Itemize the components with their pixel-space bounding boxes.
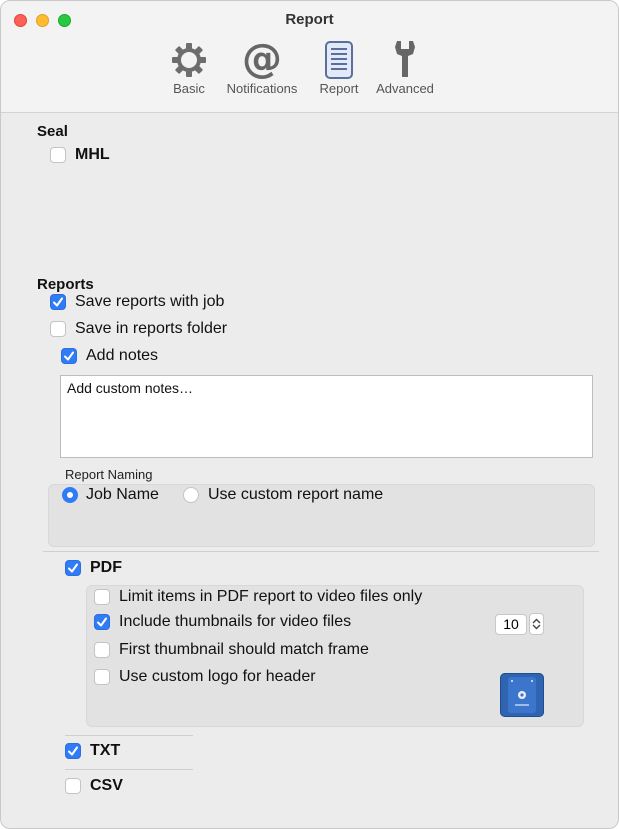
mhl-label: MHL — [75, 146, 110, 163]
naming-custom-option[interactable]: Use custom report name — [183, 486, 383, 504]
limit-video-row[interactable]: Limit items in PDF report to video files… — [94, 588, 422, 606]
gear-icon — [172, 43, 206, 77]
limit-video-label: Limit items in PDF report to video files… — [119, 588, 423, 605]
mhl-checkbox[interactable] — [50, 147, 66, 163]
txt-row[interactable]: TXT — [65, 742, 120, 760]
tab-advanced-label: Advanced — [376, 81, 434, 96]
save-in-reports-folder-checkbox[interactable] — [50, 321, 66, 337]
save-in-reports-folder-row[interactable]: Save in reports folder — [50, 320, 227, 338]
tab-report-label: Report — [319, 81, 359, 96]
first-thumbnail-label: First thumbnail should match frame — [119, 641, 369, 658]
pdf-checkbox[interactable] — [65, 560, 81, 576]
seal-section-title: Seal — [37, 123, 68, 140]
stepper-arrows[interactable] — [529, 613, 544, 635]
save-reports-with-job-row[interactable]: Save reports with job — [50, 293, 224, 311]
txt-label: TXT — [90, 742, 121, 759]
preferences-toolbar: Basic @ Notifications Report Advanced — [165, 39, 443, 96]
first-thumbnail-checkbox[interactable] — [94, 642, 110, 658]
csv-checkbox[interactable] — [65, 778, 81, 794]
chevron-down-icon[interactable] — [532, 624, 541, 630]
save-in-reports-folder-label: Save in reports folder — [75, 320, 228, 337]
naming-job-name-option[interactable]: Job Name — [62, 486, 159, 504]
wrench-icon — [395, 41, 415, 77]
tab-advanced[interactable]: Advanced — [367, 39, 443, 96]
tab-basic[interactable]: Basic — [165, 39, 213, 96]
tab-notifications-label: Notifications — [226, 81, 298, 96]
mhl-checkbox-row[interactable]: MHL — [50, 146, 110, 164]
job-name-label: Job Name — [86, 486, 159, 503]
tab-notifications[interactable]: @ Notifications — [213, 39, 311, 96]
divider — [65, 735, 193, 736]
first-thumbnail-row[interactable]: First thumbnail should match frame — [94, 641, 369, 659]
thumbnails-checkbox[interactable] — [94, 614, 110, 630]
notes-textarea[interactable]: Add custom notes… — [60, 375, 593, 458]
report-naming-label: Report Naming — [65, 467, 153, 482]
title-bar: Report Basic @ Notifications Report Adva… — [1, 1, 618, 113]
logo-placeholder-icon — [508, 677, 536, 713]
add-notes-row[interactable]: Add notes — [61, 347, 158, 365]
thumbnails-label: Include thumbnails for video files — [119, 613, 352, 630]
txt-checkbox[interactable] — [65, 743, 81, 759]
custom-logo-row[interactable]: Use custom logo for header — [94, 668, 316, 686]
pdf-row[interactable]: PDF — [65, 559, 122, 577]
save-reports-with-job-checkbox[interactable] — [50, 294, 66, 310]
preferences-window: Report Basic @ Notifications Report Adva… — [0, 0, 619, 829]
thumbnail-count-field[interactable]: 10 — [495, 613, 527, 635]
custom-logo-image-well[interactable] — [500, 673, 544, 717]
notes-placeholder: Add custom notes… — [67, 380, 194, 396]
tab-basic-label: Basic — [173, 81, 205, 96]
divider — [43, 551, 599, 552]
add-notes-checkbox[interactable] — [61, 348, 77, 364]
csv-row[interactable]: CSV — [65, 777, 123, 795]
at-sign-icon: @ — [242, 36, 282, 82]
window-title: Report — [285, 11, 334, 28]
reports-section-title: Reports — [37, 276, 94, 293]
pdf-label: PDF — [90, 559, 122, 576]
job-name-radio[interactable] — [62, 487, 78, 503]
custom-name-label: Use custom report name — [208, 486, 384, 503]
custom-logo-label: Use custom logo for header — [119, 668, 316, 685]
report-document-icon — [325, 41, 353, 79]
limit-video-checkbox[interactable] — [94, 589, 110, 605]
save-reports-with-job-label: Save reports with job — [75, 293, 225, 310]
divider — [65, 769, 193, 770]
thumbnail-count-stepper[interactable]: 10 — [495, 613, 544, 635]
csv-label: CSV — [90, 777, 123, 794]
custom-logo-checkbox[interactable] — [94, 669, 110, 685]
thumbnails-row[interactable]: Include thumbnails for video files — [94, 613, 351, 631]
add-notes-label: Add notes — [86, 347, 159, 364]
tab-report[interactable]: Report — [311, 39, 367, 96]
custom-name-radio[interactable] — [183, 487, 199, 503]
